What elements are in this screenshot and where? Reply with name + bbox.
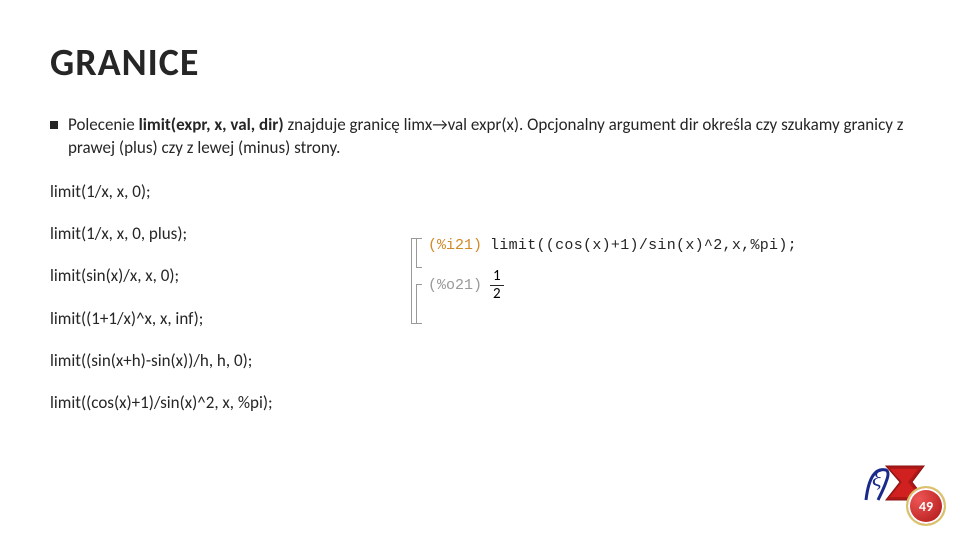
bullet-text: Polecenie limit(expr, x, val, dir) znajd…	[68, 114, 910, 160]
svg-text:ξ: ξ	[872, 466, 882, 491]
maxima-output-label: (%o21)	[420, 277, 490, 294]
maxima-input-row: (%i21) limit((cos(x)+1)/sin(x)^2,x,%pi);	[420, 237, 890, 254]
frac-num: 1	[490, 268, 504, 286]
example-5: limit((sin(x+h)-sin(x))/h, h, 0);	[50, 345, 910, 377]
maxima-output-row: (%o21) 1 2	[420, 268, 890, 302]
bullet-marker	[50, 121, 58, 129]
bullet-pre: Polecenie	[68, 114, 139, 135]
example-6: limit((cos(x)+1)/sin(x)^2, x, %pi);	[50, 387, 910, 419]
example-1: limit(1/x, x, 0);	[50, 176, 910, 208]
bullet-item: Polecenie limit(expr, x, val, dir) znajd…	[50, 114, 910, 160]
maxima-block: (%i21) limit((cos(x)+1)/sin(x)^2,x,%pi);…	[420, 237, 890, 316]
maxima-input-label: (%i21)	[420, 237, 490, 254]
slide-title: GRANICE	[50, 40, 910, 86]
page-number-badge: 49	[906, 486, 946, 526]
maxima-input-code: limit((cos(x)+1)/sin(x)^2,x,%pi);	[490, 237, 797, 254]
bullet-bold: limit(expr, x, val, dir)	[139, 114, 284, 135]
maxima-output-frac: 1 2	[490, 268, 504, 302]
frac-den: 2	[490, 286, 504, 303]
